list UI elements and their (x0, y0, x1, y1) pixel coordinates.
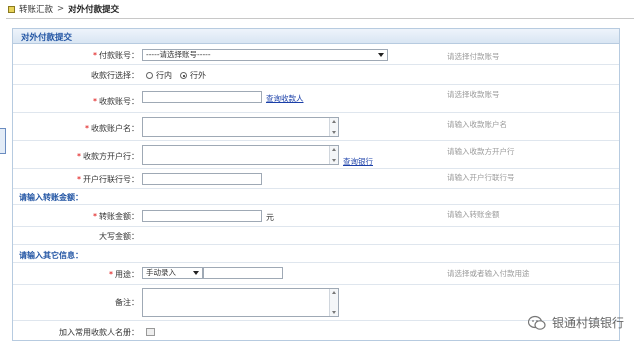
receive-account-hint: 请选择收款账号 (447, 90, 500, 99)
add-payee-label: 加入常用收款人名册： (59, 328, 139, 337)
search-payee-link[interactable]: 查询收款人 (266, 93, 304, 104)
payment-form-panel: 对外付款提交 * 付款账号： -----请选择账号----- 请选择付款账号 收款… (12, 28, 620, 341)
breadcrumb-divider (6, 18, 634, 19)
amount-hint: 请输入转账金额 (447, 210, 500, 219)
breadcrumb-parent[interactable]: 转账汇款 (19, 3, 53, 15)
bank-number-input[interactable] (142, 173, 262, 185)
purpose-input[interactable] (203, 267, 283, 279)
remark-textarea[interactable] (142, 288, 339, 317)
search-bank-link[interactable]: 查询银行 (343, 156, 373, 167)
wechat-icon (527, 315, 546, 330)
row-purpose: * 用途： 手动录入 请选择或者输入付款用途 (13, 263, 619, 285)
watermark-text: 银通村镇银行 (551, 316, 624, 330)
radio-out-bank-label: 行外 (190, 71, 206, 80)
radio-in-bank[interactable] (146, 72, 153, 79)
bank-number-label: * 开户行联行号： (77, 175, 139, 184)
receive-bank-radio-group: 行内 行外 (146, 70, 214, 81)
breadcrumb: 转账汇款 > 对外付款提交 (8, 2, 119, 16)
row-receive-account: * 收款账号： 查询收款人 请选择收款账号 (13, 85, 619, 113)
row-receive-bank: 收款行选择： 行内 行外 (13, 65, 619, 85)
scroll-down-icon (332, 159, 336, 162)
chevron-down-icon (378, 53, 384, 57)
scroll-down-icon (332, 311, 336, 314)
capital-amount-label: 大写金额： (99, 232, 139, 241)
row-amount: * 转账金额： 元 请输入转账金额 (13, 205, 619, 227)
row-capital-amount: 大写金额： (13, 227, 619, 245)
radio-out-bank[interactable] (180, 72, 187, 79)
section-amount: 请输入转账金额： (13, 189, 619, 205)
receive-name-textarea[interactable] (142, 117, 339, 137)
receive-bank-name-label: * 收款方开户行： (77, 152, 139, 161)
remark-label: 备注： (115, 298, 139, 307)
section-other: 请输入其它信息： (13, 245, 619, 263)
bank-number-hint: 请输入开户行联行号 (447, 173, 515, 182)
receive-bank-label: 收款行选择： (91, 71, 139, 80)
receive-name-hint: 请输入收款账户名 (447, 120, 507, 129)
textarea-scrollbar[interactable] (329, 146, 338, 164)
scroll-up-icon (332, 120, 336, 123)
section-other-title: 请输入其它信息： (19, 251, 83, 260)
radio-in-bank-label: 行内 (156, 71, 172, 80)
panel-title-bar: 对外付款提交 (13, 29, 619, 44)
amount-label: * 转账金额： (93, 212, 139, 221)
purpose-hint: 请选择或者输入付款用途 (447, 269, 530, 278)
pay-account-label: * 付款账号： (93, 51, 139, 60)
scroll-down-icon (332, 131, 336, 134)
receive-account-input[interactable] (142, 91, 262, 103)
textarea-scrollbar[interactable] (329, 289, 338, 316)
chevron-down-icon (193, 271, 199, 275)
pay-account-select[interactable]: -----请选择账号----- (142, 49, 388, 61)
sidebar-collapse-handle[interactable] (0, 128, 6, 154)
add-payee-checkbox[interactable] (146, 328, 155, 336)
row-receive-name: * 收款账户名： 请输入收款账户名 (13, 113, 619, 141)
purpose-label: * 用途： (109, 270, 139, 279)
receive-bank-name-textarea[interactable] (142, 145, 339, 165)
scroll-up-icon (332, 148, 336, 151)
watermark: 银通村镇银行 (527, 314, 624, 331)
pay-account-hint: 请选择付款账号 (447, 52, 500, 61)
row-pay-account: * 付款账号： -----请选择账号----- 请选择付款账号 (13, 45, 619, 65)
amount-input[interactable] (142, 210, 262, 222)
amount-unit: 元 (266, 213, 274, 222)
textarea-scrollbar[interactable] (329, 118, 338, 136)
receive-account-label: * 收款账号： (93, 97, 139, 106)
section-amount-title: 请输入转账金额： (19, 193, 83, 202)
receive-name-label: * 收款账户名： (85, 124, 139, 133)
panel-title: 对外付款提交 (21, 33, 73, 43)
folder-icon (8, 5, 15, 13)
breadcrumb-separator: > (57, 4, 65, 14)
row-bank-number: * 开户行联行号： 请输入开户行联行号 (13, 169, 619, 189)
receive-bank-name-hint: 请输入收款方开户行 (447, 147, 515, 156)
purpose-select[interactable]: 手动录入 (142, 267, 203, 279)
breadcrumb-current: 对外付款提交 (68, 5, 120, 15)
scroll-up-icon (332, 291, 336, 294)
row-receive-bank-name: * 收款方开户行： 查询银行 请输入收款方开户行 (13, 141, 619, 169)
